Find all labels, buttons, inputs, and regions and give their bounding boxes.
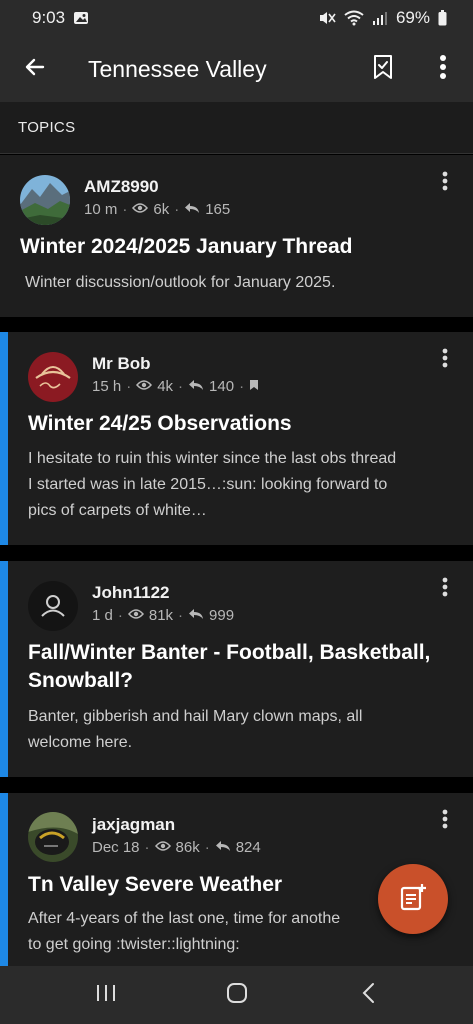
reply-icon — [188, 378, 204, 395]
excerpt-line: Banter, gibberish and hail Mary clown ma… — [28, 708, 363, 725]
mute-icon — [318, 10, 336, 26]
separator-dot: · — [117, 607, 123, 624]
topic-views: 86k — [175, 839, 200, 856]
new-topic-fab[interactable] — [378, 864, 448, 934]
separator-dot: · — [122, 201, 128, 218]
system-back-button[interactable] — [338, 966, 398, 1024]
eye-icon — [127, 607, 144, 624]
screen: 9:03 69% Tennessee Valley TOPICS AMZ8990… — [0, 0, 473, 1024]
more-options-button[interactable] — [413, 36, 473, 102]
topic-excerpt: Banter, gibberish and hail Mary clown ma… — [28, 704, 362, 756]
eye-icon — [136, 378, 153, 395]
topic-replies: 165 — [205, 201, 231, 218]
topic-title[interactable]: Fall/Winter Banter - Football, Basketbal… — [28, 639, 430, 695]
bookmark-button[interactable] — [353, 36, 413, 102]
wifi-icon — [344, 10, 364, 26]
avatar[interactable] — [28, 581, 78, 631]
separator-dot: · — [174, 201, 180, 218]
topic-title[interactable]: Winter 24/25 Observations — [28, 410, 292, 438]
home-icon — [226, 982, 248, 1009]
battery-icon — [438, 10, 447, 26]
separator-dot: · — [178, 607, 184, 624]
page-title: Tennessee Valley — [88, 55, 267, 82]
app-bar: Tennessee Valley — [0, 36, 473, 102]
separator-dot: · — [144, 839, 150, 856]
more-vert-icon — [442, 348, 448, 373]
topic-meta: Dec 18 · 86k · 824 — [92, 839, 261, 856]
topic-more-button[interactable] — [433, 346, 457, 374]
reply-icon — [184, 201, 200, 218]
topic-username[interactable]: John1122 — [92, 583, 170, 603]
back-button[interactable] — [0, 36, 70, 102]
status-bar: 9:03 69% — [0, 0, 473, 36]
topic-card[interactable]: AMZ8990 10 m · 6k · 165 Winter 2024/2025… — [0, 155, 473, 317]
bookmark-icon — [249, 378, 259, 395]
excerpt-line: I hesitate to ruin this winter since the… — [28, 450, 397, 467]
topic-username[interactable]: AMZ8990 — [84, 177, 159, 197]
topic-views: 4k — [157, 378, 174, 395]
title-line: Snowball? — [28, 669, 133, 692]
topic-excerpt: I hesitate to ruin this winter since the… — [28, 446, 396, 524]
back-arrow-icon — [23, 55, 47, 84]
avatar[interactable] — [28, 812, 78, 862]
excerpt-line: I started was in late 2015…:sun: looking… — [28, 476, 388, 493]
topic-card[interactable]: Mr Bob 15 h · 4k · 140 · Winter 24/25 Ob… — [0, 332, 473, 545]
battery-percent: 69% — [395, 8, 430, 27]
separator-dot: · — [239, 378, 245, 395]
recents-icon — [95, 983, 117, 1008]
new-topic-icon — [398, 882, 428, 917]
topic-time: Dec 18 — [92, 839, 140, 856]
topics-header: TOPICS — [0, 102, 473, 154]
more-vert-icon — [442, 171, 448, 196]
reply-icon — [215, 839, 231, 856]
separator-dot: · — [204, 839, 210, 856]
topic-excerpt: After 4-years of the last one, time for … — [28, 906, 340, 958]
excerpt-line: After 4-years of the last one, time for … — [28, 910, 341, 927]
system-nav-bar — [0, 966, 473, 1024]
eye-icon — [154, 839, 171, 856]
eye-icon — [132, 201, 149, 218]
recents-button[interactable] — [76, 966, 136, 1024]
more-vert-icon — [442, 577, 448, 602]
topic-time: 15 h — [92, 378, 122, 395]
topic-replies: 999 — [209, 607, 235, 624]
excerpt-line: pics of carpets of white… — [28, 502, 207, 519]
topic-more-button[interactable] — [433, 807, 457, 835]
reply-icon — [188, 607, 204, 624]
home-button[interactable] — [207, 966, 267, 1024]
topic-username[interactable]: Mr Bob — [92, 354, 151, 374]
topic-meta: 10 m · 6k · 165 — [84, 201, 230, 218]
topic-views: 81k — [148, 607, 174, 624]
status-time: 9:03 — [32, 8, 66, 27]
back-icon — [361, 982, 375, 1009]
topic-time: 1 d — [92, 607, 113, 624]
avatar[interactable] — [28, 352, 78, 402]
topic-more-button[interactable] — [433, 169, 457, 197]
topic-views: 6k — [153, 201, 170, 218]
topic-more-button[interactable] — [433, 575, 457, 603]
excerpt-line: to get going :twister::lightning: — [28, 936, 240, 953]
bookmark-icon — [372, 54, 394, 85]
separator-dot: · — [126, 378, 132, 395]
excerpt-line: welcome here. — [28, 734, 133, 751]
photo-icon — [73, 10, 89, 26]
topic-card[interactable]: John1122 1 d · 81k · 999 Fall/Winter Ban… — [0, 561, 473, 777]
topic-username[interactable]: jaxjagman — [92, 815, 175, 835]
more-vert-icon — [442, 809, 448, 834]
separator-dot: · — [178, 378, 184, 395]
topic-time: 10 m — [84, 201, 118, 218]
topic-replies: 824 — [235, 839, 261, 856]
topic-excerpt: Winter discussion/outlook for January 20… — [25, 274, 336, 291]
topic-replies: 140 — [209, 378, 235, 395]
more-vert-icon — [439, 54, 447, 85]
topic-meta: 15 h · 4k · 140 · — [92, 378, 259, 395]
signal-icon — [372, 11, 388, 25]
topic-meta: 1 d · 81k · 999 — [92, 607, 234, 624]
topic-title[interactable]: Winter 2024/2025 January Thread — [20, 233, 352, 261]
topic-title[interactable]: Tn Valley Severe Weather — [28, 871, 282, 899]
title-line: Fall/Winter Banter - Football, Basketbal… — [28, 641, 431, 664]
avatar[interactable] — [20, 175, 70, 225]
